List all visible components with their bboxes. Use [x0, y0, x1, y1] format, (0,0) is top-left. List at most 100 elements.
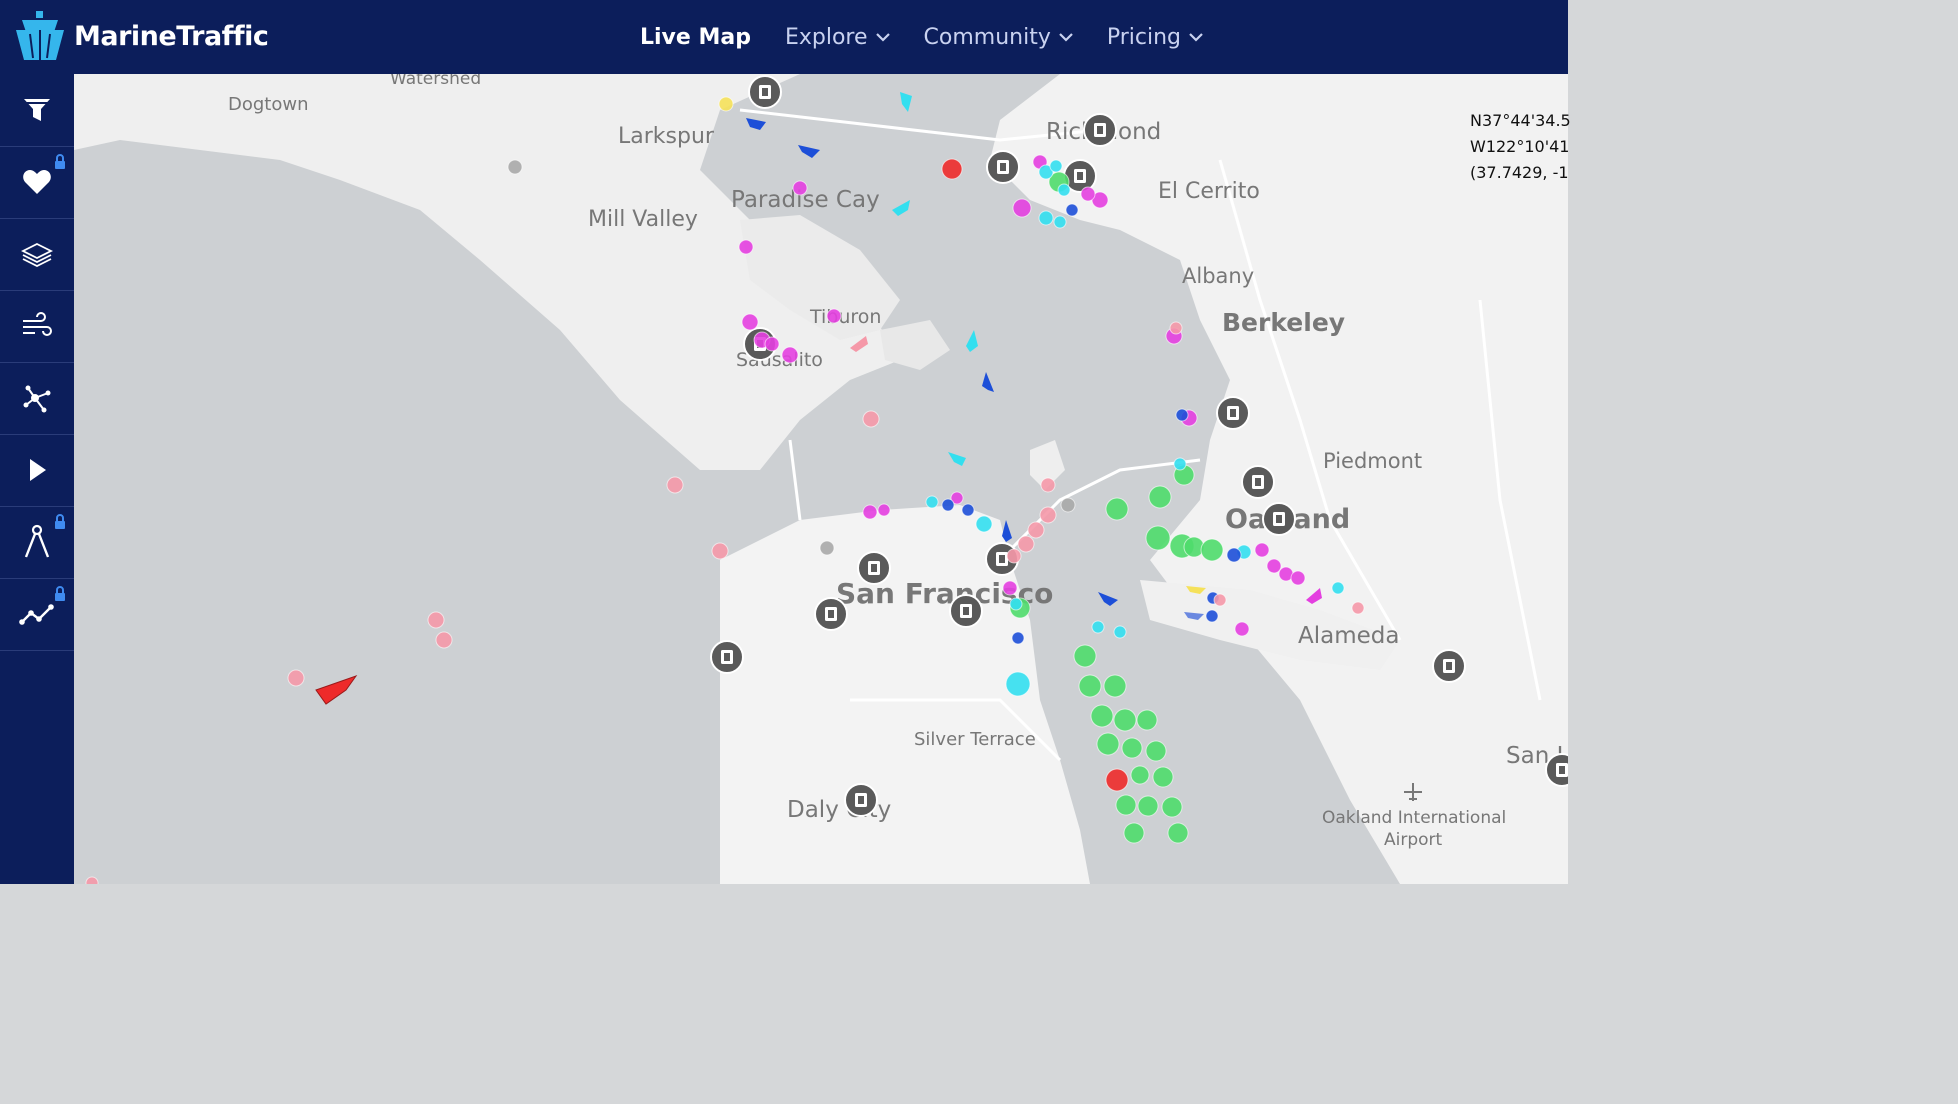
vessel-dot[interactable] [1113, 625, 1127, 639]
vessel-dot[interactable] [287, 669, 305, 687]
vessel-dot[interactable] [1175, 408, 1189, 422]
vessel-dot[interactable] [1012, 198, 1032, 218]
port-station-marker[interactable] [1432, 649, 1466, 683]
vessel-dot[interactable] [1038, 210, 1054, 226]
vessel-dot[interactable] [1065, 203, 1079, 217]
vessel-dot[interactable] [1123, 822, 1145, 844]
vessel-dot[interactable] [1167, 822, 1189, 844]
vessel-dot[interactable] [718, 96, 734, 112]
vessel-dot[interactable] [1290, 570, 1306, 586]
vessel-dot[interactable] [1090, 704, 1114, 728]
vessel-dot[interactable] [1121, 737, 1143, 759]
vessel-dot[interactable] [877, 503, 891, 517]
port-station-marker[interactable] [1545, 753, 1568, 787]
measure-button[interactable] [0, 506, 74, 579]
vessel-dot[interactable] [1161, 796, 1183, 818]
vessel-dot[interactable] [1254, 542, 1270, 558]
map-canvas[interactable]: Watershed Dogtown Larkspur Paradise Cay … [74, 74, 1568, 884]
vessel-dot[interactable] [1200, 538, 1224, 562]
port-station-marker[interactable] [844, 783, 878, 817]
vessel-dot[interactable] [1017, 535, 1035, 553]
vessel-dot[interactable] [1103, 674, 1127, 698]
filter-button[interactable] [0, 74, 74, 147]
vessel-dot[interactable] [862, 410, 880, 428]
weather-button[interactable] [0, 290, 74, 363]
vessel-dot[interactable] [507, 159, 523, 175]
vessel-dot[interactable] [1351, 601, 1365, 615]
live-map[interactable]: Watershed Dogtown Larkspur Paradise Cay … [74, 74, 1568, 884]
vessel-dot[interactable] [1011, 631, 1025, 645]
brand-logo[interactable]: MarineTraffic [12, 10, 269, 62]
vessel-dot[interactable] [85, 876, 99, 884]
vessel-dot[interactable] [1213, 593, 1227, 607]
vessel-dot[interactable] [975, 515, 993, 533]
vessel-dot[interactable] [1057, 183, 1071, 197]
vessel-dot[interactable] [1078, 674, 1102, 698]
vessel-dot[interactable] [1113, 708, 1137, 732]
route-button[interactable] [0, 578, 74, 651]
vessel-dot[interactable] [666, 476, 684, 494]
vessel-dot[interactable] [781, 346, 799, 364]
vessel-dot[interactable] [1130, 765, 1150, 785]
nav-explore[interactable]: Explore [785, 25, 890, 50]
vessel-dot[interactable] [1091, 620, 1105, 634]
vessel-dot[interactable] [1040, 477, 1056, 493]
vessel-dot[interactable] [862, 504, 878, 520]
vessel-dot[interactable] [435, 631, 453, 649]
vessel-dot[interactable] [1005, 671, 1031, 697]
density-button[interactable] [0, 362, 74, 435]
vessel-dot[interactable] [1115, 794, 1137, 816]
vessel-dot[interactable] [1009, 597, 1023, 611]
port-station-marker[interactable] [857, 551, 891, 585]
port-station-marker[interactable] [986, 150, 1020, 184]
nav-pricing[interactable]: Pricing [1107, 25, 1203, 50]
vessel-dot[interactable] [1173, 457, 1187, 471]
vessel-dot[interactable] [1053, 215, 1067, 229]
vessel-dot[interactable] [1136, 709, 1158, 731]
vessel-dot[interactable] [1006, 548, 1022, 564]
vessel-dot[interactable] [1105, 768, 1129, 792]
vessel-dot[interactable] [741, 313, 759, 331]
vessel-dot[interactable] [1331, 581, 1345, 595]
vessel-dot[interactable] [941, 498, 955, 512]
port-station-marker[interactable] [949, 594, 983, 628]
vessel-dot[interactable] [1145, 740, 1167, 762]
vessel-dot[interactable] [427, 611, 445, 629]
vessel-dot[interactable] [925, 495, 939, 509]
port-station-marker[interactable] [710, 640, 744, 674]
port-station-marker[interactable] [1262, 502, 1296, 536]
playback-button[interactable] [0, 434, 74, 507]
vessel-dot[interactable] [1148, 485, 1172, 509]
nav-community[interactable]: Community [924, 25, 1073, 50]
vessel-dot[interactable] [1039, 506, 1057, 524]
vessel-dot[interactable] [792, 180, 808, 196]
vessel-dot[interactable] [1049, 159, 1063, 173]
vessel-dot[interactable] [1169, 321, 1183, 335]
vessel-dot[interactable] [819, 540, 835, 556]
vessel-dot[interactable] [711, 542, 729, 560]
port-station-marker[interactable] [814, 597, 848, 631]
layers-button[interactable] [0, 218, 74, 291]
vessel-dot[interactable] [1080, 186, 1096, 202]
vessel-dot[interactable] [1073, 644, 1097, 668]
vessel-dot[interactable] [941, 158, 963, 180]
vessel-dot[interactable] [1002, 580, 1018, 596]
vessel-dot[interactable] [826, 308, 842, 324]
vessel-dot[interactable] [1137, 795, 1159, 817]
vessel-dot[interactable] [1152, 766, 1174, 788]
port-station-marker[interactable] [1216, 396, 1250, 430]
nav-live-map[interactable]: Live Map [640, 25, 751, 50]
vessel-dot[interactable] [1027, 521, 1045, 539]
vessel-dot[interactable] [1234, 621, 1250, 637]
vessel-dot[interactable] [1060, 497, 1076, 513]
port-station-marker[interactable] [748, 75, 782, 109]
port-station-marker[interactable] [1241, 465, 1275, 499]
favorites-button[interactable] [0, 146, 74, 219]
vessel-dot[interactable] [738, 239, 754, 255]
vessel-dot[interactable] [1266, 558, 1282, 574]
vessel-dot[interactable] [764, 336, 780, 352]
vessel-dot[interactable] [961, 503, 975, 517]
vessel-dot[interactable] [1145, 525, 1171, 551]
vessel-dot[interactable] [1205, 609, 1219, 623]
vessel-dot[interactable] [1096, 732, 1120, 756]
